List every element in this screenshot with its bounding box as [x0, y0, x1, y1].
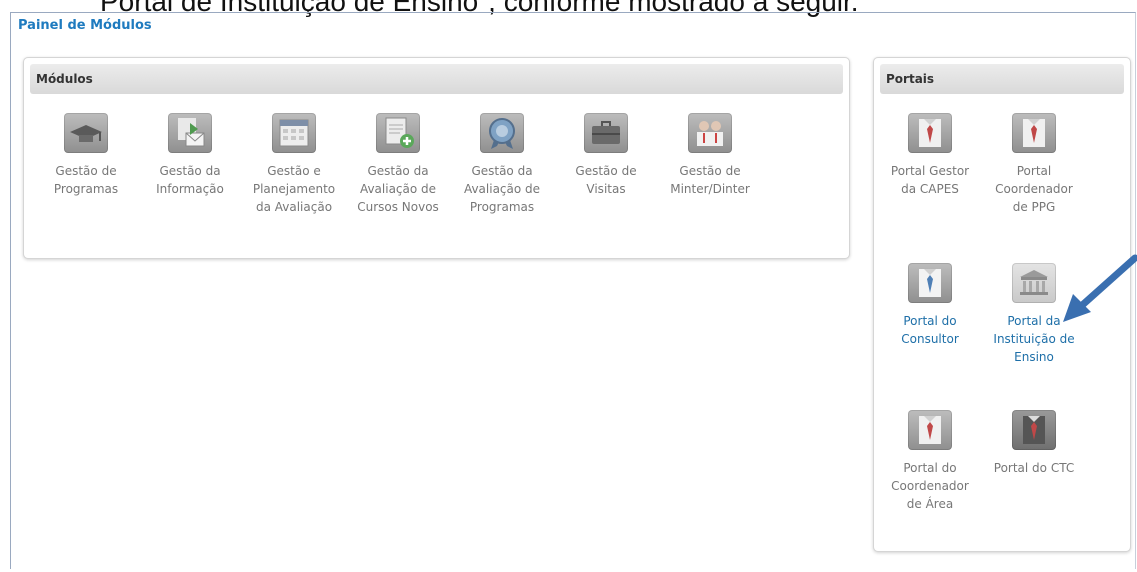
portal-label: Portal Coordenador de PPG	[995, 164, 1073, 214]
module-label: Gestão da Avaliação de Programas	[463, 164, 541, 214]
module-gestao-cursos-novos[interactable]: Gestão da Avaliação de Cursos Novos	[348, 113, 448, 216]
graduation-cap-icon	[64, 113, 108, 153]
portal-label: Portal do Coordenador de Área	[891, 461, 969, 511]
pointer-arrow-icon	[1063, 254, 1137, 322]
portal-coordenador-ppg[interactable]: Portal Coordenador de PPG	[984, 113, 1084, 216]
document-mail-icon	[168, 113, 212, 153]
shirt-tie-blue-icon	[908, 263, 952, 303]
module-label: Gestão de Minter/Dinter	[670, 164, 750, 196]
module-label: Gestão da Avaliação de Cursos Novos	[357, 164, 439, 214]
shirt-tie-icon	[1012, 113, 1056, 153]
portal-consultor[interactable]: Portal do Consultor	[880, 263, 980, 348]
module-gestao-programas[interactable]: Gestão de Programas	[36, 113, 136, 198]
portal-ctc[interactable]: Portal do CTC	[984, 410, 1084, 477]
briefcase-icon	[584, 113, 628, 153]
module-label: Gestão de Visitas	[575, 164, 637, 196]
building-icon	[1012, 263, 1056, 303]
module-gestao-informacao[interactable]: Gestão da Informação	[140, 113, 240, 198]
shirt-tie-icon	[908, 410, 952, 450]
modules-header: Módulos	[30, 64, 843, 94]
module-label: Gestão de Programas	[53, 164, 119, 196]
module-gestao-minter-dinter[interactable]: Gestão de Minter/Dinter	[660, 113, 760, 198]
shirt-tie-icon	[908, 113, 952, 153]
seal-icon	[480, 113, 524, 153]
modules-panel: Módulos Gestão de Programas Gestão da In…	[23, 57, 850, 259]
shirt-tie-dark-icon	[1012, 410, 1056, 450]
module-label: Gestão e Planejamento da Avaliação	[252, 164, 336, 214]
module-gestao-visitas[interactable]: Gestão de Visitas	[556, 113, 656, 198]
people-icon	[688, 113, 732, 153]
module-label: Gestão da Informação	[156, 164, 224, 196]
document-add-icon	[376, 113, 420, 153]
portals-header: Portais	[880, 64, 1124, 94]
portal-gestor-capes[interactable]: Portal Gestor da CAPES	[880, 113, 980, 198]
page-title: Painel de Módulos	[18, 18, 152, 33]
portal-label: Portal Gestor da CAPES	[890, 164, 970, 196]
module-gestao-planejamento[interactable]: Gestão e Planejamento da Avaliação	[244, 113, 344, 216]
portal-label: Portal do Consultor	[901, 314, 959, 346]
module-gestao-avaliacao-programas[interactable]: Gestão da Avaliação de Programas	[452, 113, 552, 216]
portal-coordenador-area[interactable]: Portal do Coordenador de Área	[880, 410, 980, 513]
portal-label: Portal do CTC	[993, 461, 1075, 475]
calendar-icon	[272, 113, 316, 153]
